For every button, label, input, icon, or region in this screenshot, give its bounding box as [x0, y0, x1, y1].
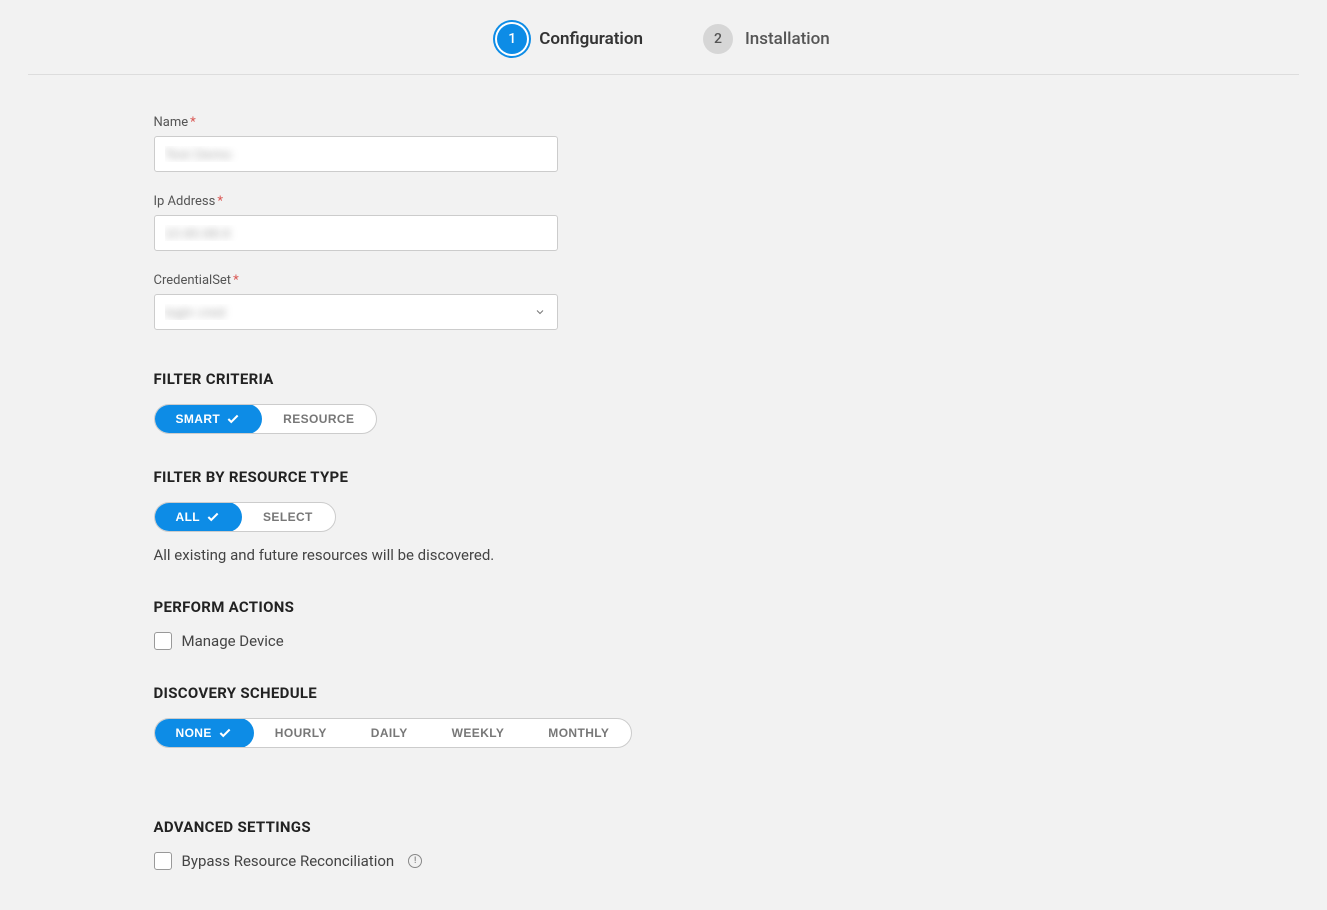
configuration-form: Name* Ip Address* CredentialSet* FILTER … [134, 75, 1194, 910]
credentialset-select-wrap [154, 294, 558, 330]
check-icon [218, 726, 232, 740]
bypass-reconciliation-checkbox[interactable] [154, 852, 172, 870]
step-1-label: Configuration [539, 29, 643, 49]
pill-label: NONE [176, 726, 212, 740]
pill-label: RESOURCE [283, 412, 354, 426]
name-field-group: Name* [154, 115, 1174, 172]
pill-label: SMART [176, 412, 221, 426]
ip-label-text: Ip Address [154, 194, 216, 209]
credentialset-label: CredentialSet* [154, 273, 1174, 288]
manage-device-label: Manage Device [182, 632, 284, 650]
name-label: Name* [154, 115, 1174, 130]
discovery-schedule-title: DISCOVERY SCHEDULE [154, 684, 1174, 702]
name-label-text: Name [154, 115, 189, 130]
step-2-circle: 2 [703, 24, 733, 54]
bypass-reconciliation-label: Bypass Resource Reconciliation [182, 852, 395, 870]
info-icon[interactable]: ! [408, 854, 422, 868]
manage-device-checkbox[interactable] [154, 632, 172, 650]
filter-criteria-resource[interactable]: RESOURCE [261, 405, 376, 433]
discovery-schedule-daily[interactable]: DAILY [349, 719, 430, 747]
filter-resource-type-select[interactable]: SELECT [241, 503, 335, 531]
filter-criteria-title: FILTER CRITERIA [154, 370, 1174, 388]
required-indicator: * [217, 194, 223, 209]
pill-label: MONTHLY [548, 726, 609, 740]
filter-resource-type-hint: All existing and future resources will b… [154, 546, 1174, 564]
perform-actions-title: PERFORM ACTIONS [154, 598, 1174, 616]
pill-label: HOURLY [275, 726, 327, 740]
pill-label: WEEKLY [452, 726, 505, 740]
filter-resource-type-all[interactable]: ALL [154, 502, 243, 532]
filter-criteria-toggle: SMART RESOURCE [154, 404, 378, 434]
step-configuration[interactable]: 1 Configuration [497, 24, 643, 54]
step-1-circle: 1 [497, 24, 527, 54]
filter-criteria-smart[interactable]: SMART [154, 404, 263, 434]
check-icon [226, 412, 240, 426]
filter-resource-type-title: FILTER BY RESOURCE TYPE [154, 468, 1174, 486]
filter-resource-type-toggle: ALL SELECT [154, 502, 336, 532]
discovery-schedule-monthly[interactable]: MONTHLY [526, 719, 631, 747]
credentialset-label-text: CredentialSet [154, 273, 232, 288]
bypass-reconciliation-row: Bypass Resource Reconciliation ! [154, 852, 1174, 870]
wizard-stepper: 1 Configuration 2 Installation [28, 0, 1299, 75]
check-icon [206, 510, 220, 524]
ip-field-group: Ip Address* [154, 194, 1174, 251]
pill-label: ALL [176, 510, 201, 524]
ip-input[interactable] [154, 215, 558, 251]
name-input[interactable] [154, 136, 558, 172]
discovery-schedule-hourly[interactable]: HOURLY [253, 719, 349, 747]
credentialset-select[interactable] [154, 294, 558, 330]
advanced-settings-title: ADVANCED SETTINGS [154, 818, 1174, 836]
pill-label: SELECT [263, 510, 313, 524]
ip-label: Ip Address* [154, 194, 1174, 209]
step-installation[interactable]: 2 Installation [703, 24, 830, 54]
credentialset-field-group: CredentialSet* [154, 273, 1174, 330]
pill-label: DAILY [371, 726, 408, 740]
discovery-schedule-toggle: NONE HOURLY DAILY WEEKLY MONTHLY [154, 718, 633, 748]
discovery-schedule-none[interactable]: NONE [154, 718, 254, 748]
required-indicator: * [190, 115, 196, 130]
manage-device-row: Manage Device [154, 632, 1174, 650]
step-2-label: Installation [745, 29, 830, 49]
discovery-schedule-weekly[interactable]: WEEKLY [430, 719, 527, 747]
required-indicator: * [233, 273, 239, 288]
